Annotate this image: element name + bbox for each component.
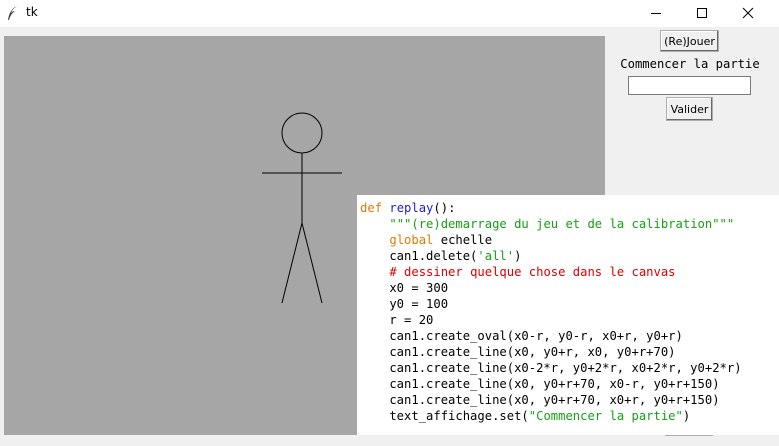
code-line: r = 20 [360,312,779,328]
code-line: """(re)demarrage du jeu et de la calibra… [360,216,779,232]
maximize-icon [697,8,707,18]
code-token: replay [389,201,434,215]
code-token: """(re)demarrage du jeu et de la calibra… [389,217,735,231]
code-token: text_affichage.set( [360,409,529,423]
figure-head [281,112,323,154]
code-token: x0 = 300 [360,281,449,295]
answer-entry[interactable] [628,76,751,95]
validate-button[interactable]: Valider [666,97,713,121]
code-line: can1.create_oval(x0-r, y0-r, x0+r, y0+r) [360,328,779,344]
code-line: def replay(): [360,200,779,216]
code-line: can1.create_line(x0-2*r, y0+2*r, x0+2*r,… [360,360,779,376]
feather-icon [6,5,20,21]
code-token: 'all' [477,249,515,263]
hidden-button-edge [665,435,713,440]
code-line: x0 = 300 [360,280,779,296]
code-token: can1.create_line(x0, y0+r, x0, y0+r+70) [360,345,676,359]
code-token: can1.delete( [360,249,478,263]
code-line: # dessiner quelque chose dans le canvas [360,264,779,280]
minimize-button[interactable] [633,0,679,27]
code-line: can1.create_line(x0, y0+r, x0, y0+r+70) [360,344,779,360]
code-token: ) [514,249,522,263]
minimize-icon [651,13,661,14]
status-label: Commencer la partie [620,57,760,71]
code-line: can1.create_line(x0, y0+r+70, x0+r, y0+r… [360,392,779,408]
code-token: can1.create_oval(x0-r, y0-r, x0+r, y0+r) [360,329,683,343]
code-line: y0 = 100 [360,296,779,312]
title-bar[interactable]: tk [0,0,779,27]
code-line: can1.create_line(x0, y0+r+70, x0-r, y0+r… [360,376,779,392]
code-line: can1.delete('all') [360,248,779,264]
code-token: global [389,233,434,247]
close-icon [742,7,754,19]
code-token: ) [682,409,691,423]
code-line: global echelle [360,232,779,248]
code-line: text_affichage.set("Commencer la partie"… [360,408,779,424]
code-token: can1.create_line(x0-2*r, y0+2*r, x0+2*r,… [360,361,742,375]
code-token: can1.create_line(x0, y0+r+70, x0-r, y0+r… [360,377,720,391]
code-snippet: def replay(): """(re)demarrage du jeu et… [357,195,779,435]
code-token: # dessiner quelque chose dans le canvas [389,265,676,279]
code-token: y0 = 100 [360,297,449,311]
code-token: r = 20 [360,313,434,327]
close-button[interactable] [725,0,771,27]
code-token: (): [433,201,456,215]
code-token: echelle [433,233,493,247]
code-token: can1.create_line(x0, y0+r+70, x0+r, y0+r… [360,393,720,407]
window-title: tk [26,5,38,19]
figure-right-leg [301,222,323,304]
figure-left-leg [281,222,303,304]
app-window: tk (Re)Jouer Commencer la partie Valider… [0,0,779,446]
replay-button[interactable]: (Re)Jouer [660,30,719,52]
maximize-button[interactable] [679,0,725,27]
code-token: def [360,201,390,215]
code-token: "Commencer la partie" [528,409,683,423]
